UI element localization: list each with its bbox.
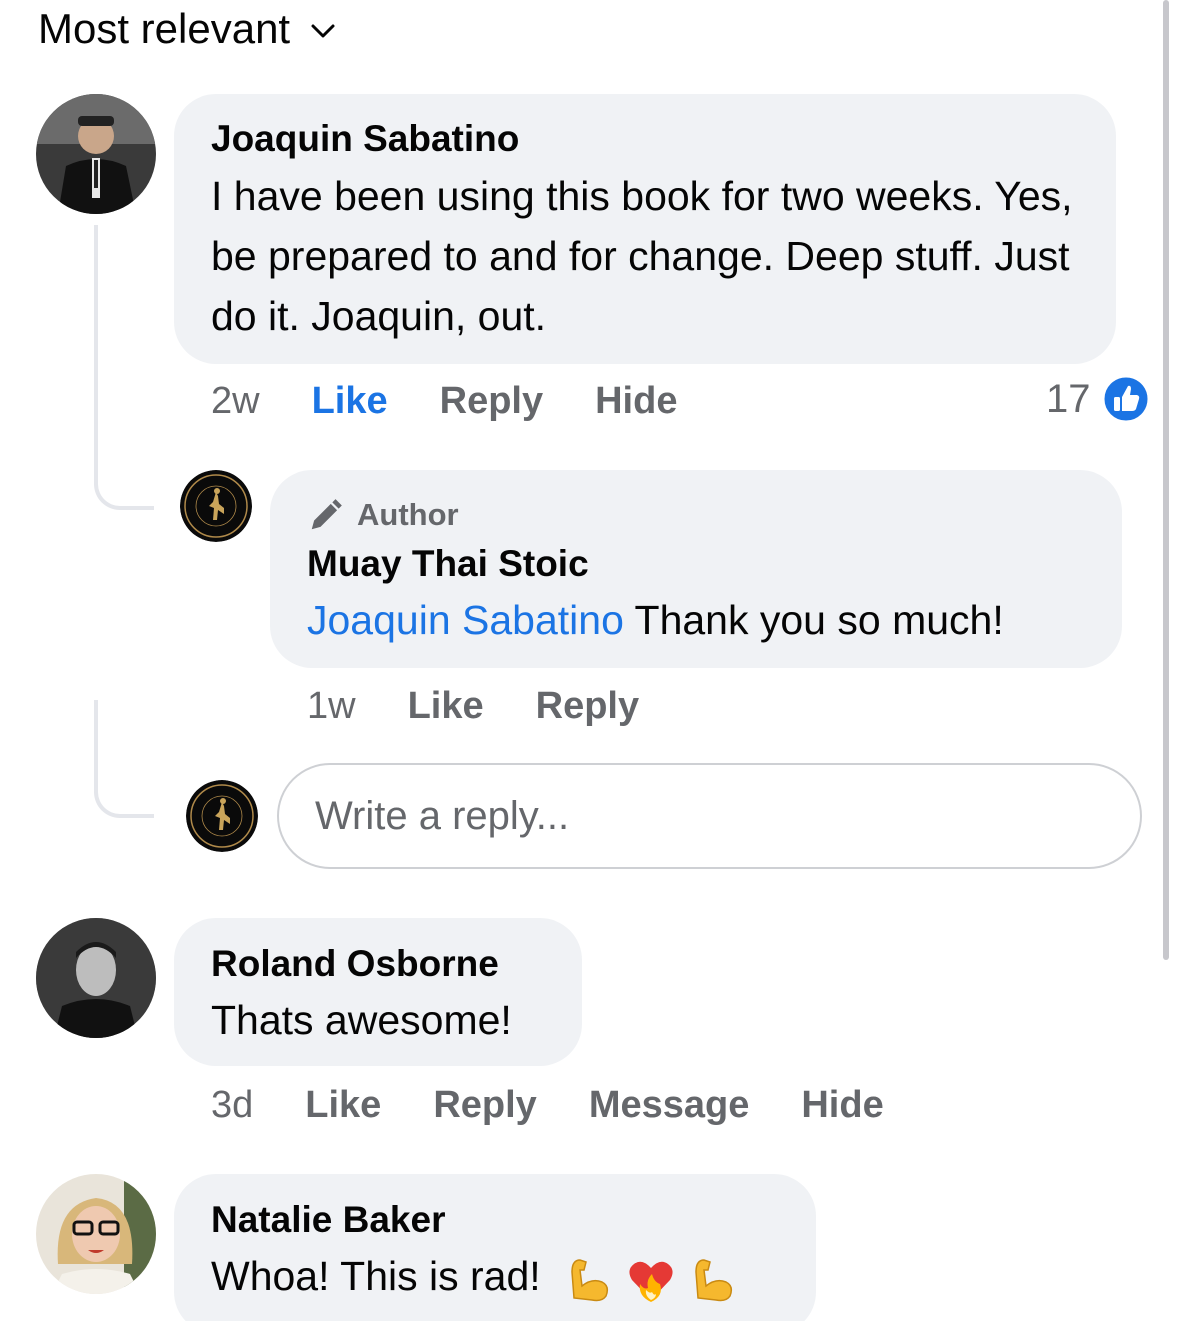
reply-author[interactable]: Muay Thai Stoic <box>307 543 589 585</box>
message-button[interactable]: Message <box>589 1084 750 1127</box>
like-reaction-icon <box>1101 374 1150 424</box>
thread-line <box>94 225 98 465</box>
flexed-biceps-icon <box>571 1259 609 1302</box>
comment-time[interactable]: 2w <box>211 380 260 423</box>
mention-link[interactable]: Joaquin Sabatino <box>307 597 624 643</box>
avatar[interactable] <box>36 1174 156 1294</box>
sort-label: Most relevant <box>38 5 291 52</box>
reaction-count: 17 <box>1046 376 1091 421</box>
reply-body: Thank you so much! <box>634 597 1004 643</box>
page-avatar[interactable] <box>180 470 252 542</box>
reply-button[interactable]: Reply <box>440 380 543 423</box>
avatar[interactable] <box>36 94 156 214</box>
pen-icon <box>311 499 342 530</box>
comment-author[interactable]: Natalie Baker <box>211 1199 445 1241</box>
like-button[interactable]: Like <box>305 1084 381 1127</box>
reply-button[interactable]: Reply <box>433 1084 536 1127</box>
comment-author[interactable]: Joaquin Sabatino <box>211 118 519 160</box>
sort-dropdown[interactable]: Most relevant <box>38 5 338 53</box>
thread-branch <box>94 700 154 818</box>
comment-time[interactable]: 3d <box>211 1084 253 1127</box>
emoji-group <box>562 1252 748 1306</box>
reply-actions: 1w Like Reply <box>307 685 691 728</box>
reply-time[interactable]: 1w <box>307 685 356 728</box>
comment-body: Whoa! This is rad! <box>211 1253 541 1299</box>
page-avatar <box>186 780 258 852</box>
comment-text: Whoa! This is rad! <box>211 1246 748 1306</box>
hide-button[interactable]: Hide <box>801 1084 883 1127</box>
hide-button[interactable]: Hide <box>595 380 677 423</box>
scrollbar[interactable] <box>1163 0 1169 960</box>
reply-text: Joaquin Sabatino Thank you so much! <box>307 590 1107 650</box>
comment-text: I have been using this book for two week… <box>211 173 1073 339</box>
avatar[interactable] <box>36 918 156 1038</box>
comment-actions: 3d Like Reply Message Hide <box>211 1084 936 1127</box>
thread-branch <box>94 440 154 510</box>
reply-input-container <box>277 763 1142 869</box>
like-button[interactable]: Like <box>408 685 484 728</box>
comment-text: Thats awesome! <box>211 997 512 1043</box>
author-badge: Author <box>307 496 459 534</box>
author-badge-label: Author <box>357 497 459 532</box>
comment-actions: 2w Like Reply Hide <box>211 380 729 423</box>
chevron-down-icon <box>311 24 335 38</box>
reaction-summary[interactable]: 17 <box>1046 374 1151 424</box>
reply-input[interactable] <box>279 765 1140 867</box>
reply-button[interactable]: Reply <box>536 685 639 728</box>
heart-on-fire-icon <box>629 1261 673 1303</box>
flexed-biceps-icon <box>695 1259 733 1302</box>
comment-author[interactable]: Roland Osborne <box>211 943 499 985</box>
like-button[interactable]: Like <box>312 380 388 423</box>
